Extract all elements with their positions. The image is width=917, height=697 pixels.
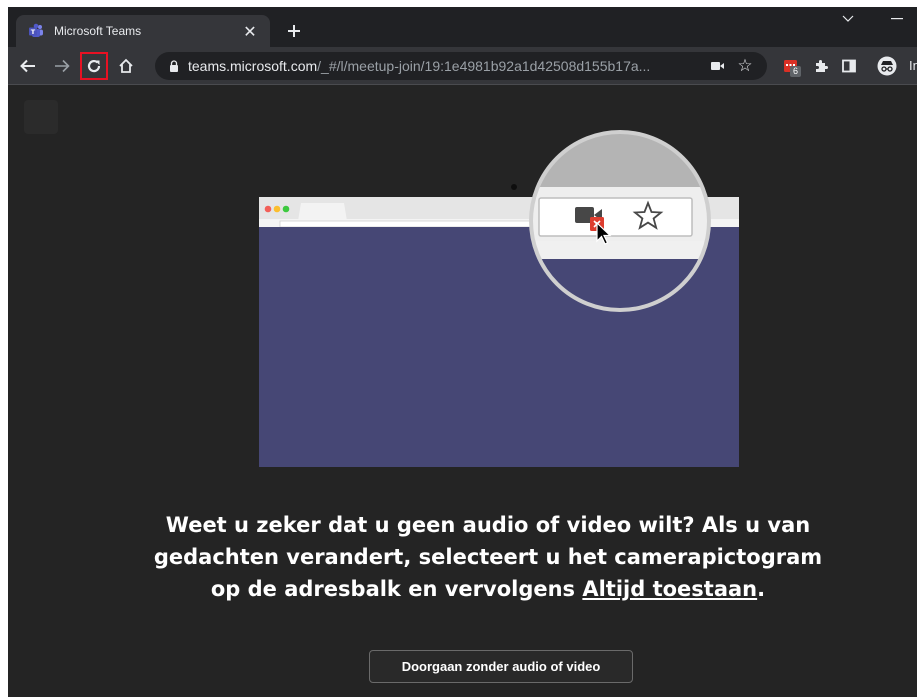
- permission-illustration: [259, 130, 739, 467]
- reload-button[interactable]: [80, 52, 108, 80]
- address-bar[interactable]: teams.microsoft.com/_#/l/meetup-join/19:…: [155, 52, 767, 80]
- confirmation-message: Weet u zeker dat u geen audio of video w…: [138, 509, 838, 605]
- illustration-min-dot: [273, 205, 281, 213]
- continue-without-audio-video-button[interactable]: Doorgaan zonder audio of video: [369, 650, 633, 683]
- illustration-max-dot: [282, 205, 290, 213]
- tab-strip: T Microsoft Teams ✕: [8, 7, 917, 47]
- url-host: teams.microsoft.com: [188, 58, 318, 74]
- reload-icon: [87, 59, 101, 73]
- new-tab-button[interactable]: [282, 19, 306, 43]
- always-allow-link[interactable]: Altijd toestaan: [582, 577, 757, 601]
- device-settings-icon: [24, 100, 58, 134]
- plus-icon: [288, 25, 300, 37]
- tab-microsoft-teams[interactable]: T Microsoft Teams ✕: [16, 15, 270, 47]
- lock-icon[interactable]: [168, 59, 180, 73]
- home-button[interactable]: [112, 52, 140, 80]
- camera-blocked-icon[interactable]: [709, 58, 727, 74]
- browser-window: T Microsoft Teams ✕ teams.microsoft.com/…: [8, 7, 917, 697]
- back-button[interactable]: [14, 52, 42, 80]
- forward-button[interactable]: [48, 52, 76, 80]
- bookmark-star-icon[interactable]: ☆: [735, 56, 755, 76]
- svg-text:T: T: [31, 28, 36, 36]
- side-panel-icon: [842, 59, 856, 73]
- browser-toolbar: teams.microsoft.com/_#/l/meetup-join/19:…: [8, 47, 917, 85]
- side-panel-button[interactable]: [838, 55, 860, 77]
- illustration-close-dot: [264, 205, 272, 213]
- tab-search-chevron-icon[interactable]: [838, 11, 858, 27]
- forward-arrow-icon: [55, 59, 70, 73]
- url-text: teams.microsoft.com/_#/l/meetup-join/19:…: [188, 58, 708, 74]
- illustration-tab: [298, 203, 347, 221]
- incognito-icon: [877, 56, 897, 76]
- extension-badge: 6: [790, 66, 802, 77]
- minimize-icon[interactable]: [886, 11, 908, 27]
- incognito-profile-button[interactable]: [876, 55, 898, 77]
- url-path: /_#/l/meetup-join/19:1e4981b92a1d42508d1…: [317, 58, 651, 74]
- home-icon: [119, 58, 133, 73]
- page-content: Weet u zeker dat u geen audio of video w…: [8, 85, 917, 697]
- puzzle-icon: [816, 60, 828, 72]
- back-arrow-icon: [20, 59, 35, 73]
- tab-title: Microsoft Teams: [54, 24, 142, 38]
- message-text-2: .: [757, 577, 766, 601]
- calendar-extension-button[interactable]: 6: [780, 55, 802, 77]
- profile-label: In: [909, 58, 917, 73]
- extensions-button[interactable]: [810, 55, 832, 77]
- teams-icon: T: [28, 23, 44, 39]
- tab-close-icon[interactable]: ✕: [240, 21, 260, 41]
